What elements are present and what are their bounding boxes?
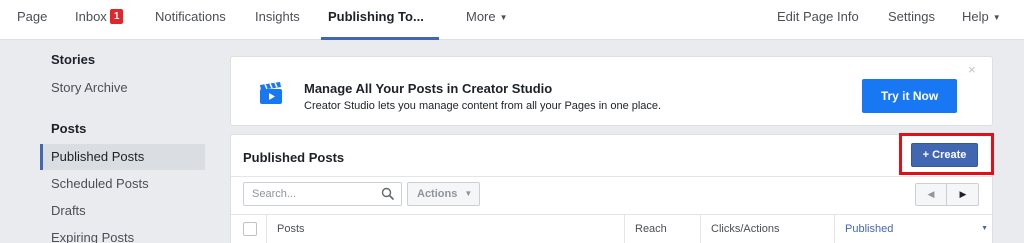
chevron-down-icon: ▼ <box>499 13 508 22</box>
sidebar-item-drafts[interactable]: Drafts <box>40 198 205 224</box>
search-placeholder: Search... <box>252 188 297 200</box>
nav-tab-insights-label: Insights <box>255 9 300 24</box>
creator-studio-banner: Manage All Your Posts in Creator Studio … <box>230 56 993 126</box>
nav-tab-inbox-label: Inbox <box>75 9 107 24</box>
sidebar-heading-stories: Stories <box>51 52 96 67</box>
posts-table-header: Posts Reach Clicks/Actions Published ▼ <box>231 214 992 243</box>
nav-edit-page-info[interactable]: Edit Page Info <box>777 0 859 40</box>
nav-tab-notifications[interactable]: Notifications <box>155 0 226 40</box>
nav-tab-more[interactable]: More ▼ <box>466 0 508 40</box>
column-header-published-label: Published <box>845 223 894 235</box>
nav-help-label: Help <box>962 9 989 24</box>
column-header-reach[interactable]: Reach <box>624 215 700 243</box>
nav-edit-page-info-label: Edit Page Info <box>777 9 859 24</box>
nav-tab-insights[interactable]: Insights <box>255 0 300 40</box>
search-input[interactable]: Search... <box>243 182 402 206</box>
sidebar-item-story-archive[interactable]: Story Archive <box>40 75 205 101</box>
sidebar-item-scheduled-posts[interactable]: Scheduled Posts <box>40 171 205 197</box>
try-it-now-button[interactable]: Try it Now <box>862 79 957 113</box>
column-header-published[interactable]: Published ▼ <box>834 215 992 243</box>
search-icon[interactable] <box>381 187 395 201</box>
sidebar-heading-posts: Posts <box>51 121 87 136</box>
chevron-down-icon: ▼ <box>992 13 1001 22</box>
sort-descending-icon: ▼ <box>981 225 988 232</box>
nav-help[interactable]: Help ▼ <box>962 0 1001 40</box>
create-highlight-annotation <box>899 133 994 175</box>
panel-title: Published Posts <box>243 150 345 165</box>
nav-settings-label: Settings <box>888 9 935 24</box>
published-posts-panel: Published Posts + Create Search... Actio… <box>230 133 994 243</box>
next-page-icon[interactable]: ▶ <box>948 184 978 205</box>
page-top-nav: Page Inbox 1 Notifications Insights Publi… <box>0 0 1024 40</box>
nav-tab-inbox[interactable]: Inbox 1 <box>75 0 124 40</box>
nav-settings[interactable]: Settings <box>888 0 935 40</box>
inbox-count-badge: 1 <box>109 9 124 24</box>
nav-tab-more-label: More <box>466 9 496 24</box>
column-header-clicks-actions[interactable]: Clicks/Actions <box>700 215 834 243</box>
active-tab-indicator <box>321 37 439 40</box>
creator-studio-clapperboard-icon <box>260 82 282 104</box>
chevron-down-icon: ▼ <box>464 189 473 198</box>
nav-tab-publishing-tools-label: Publishing To... <box>328 9 424 24</box>
divider <box>231 176 992 177</box>
nav-tab-notifications-label: Notifications <box>155 9 226 24</box>
previous-page-icon[interactable]: ◀ <box>916 184 947 205</box>
sidebar-item-published-posts[interactable]: Published Posts <box>40 144 205 170</box>
pagination: ◀ ▶ <box>915 183 979 206</box>
close-icon[interactable]: × <box>968 62 976 77</box>
sidebar-item-expiring-posts[interactable]: Expiring Posts <box>40 225 205 243</box>
nav-tab-publishing-tools[interactable]: Publishing To... <box>328 0 424 40</box>
nav-tab-page[interactable]: Page <box>17 0 47 40</box>
select-all-checkbox[interactable] <box>243 222 257 236</box>
actions-label: Actions <box>417 188 458 200</box>
banner-subtitle: Creator Studio lets you manage content f… <box>304 100 662 112</box>
actions-dropdown[interactable]: Actions ▼ <box>407 182 480 206</box>
column-header-posts[interactable]: Posts <box>266 215 624 243</box>
nav-tab-page-label: Page <box>17 9 48 24</box>
banner-title: Manage All Your Posts in Creator Studio <box>304 81 553 96</box>
